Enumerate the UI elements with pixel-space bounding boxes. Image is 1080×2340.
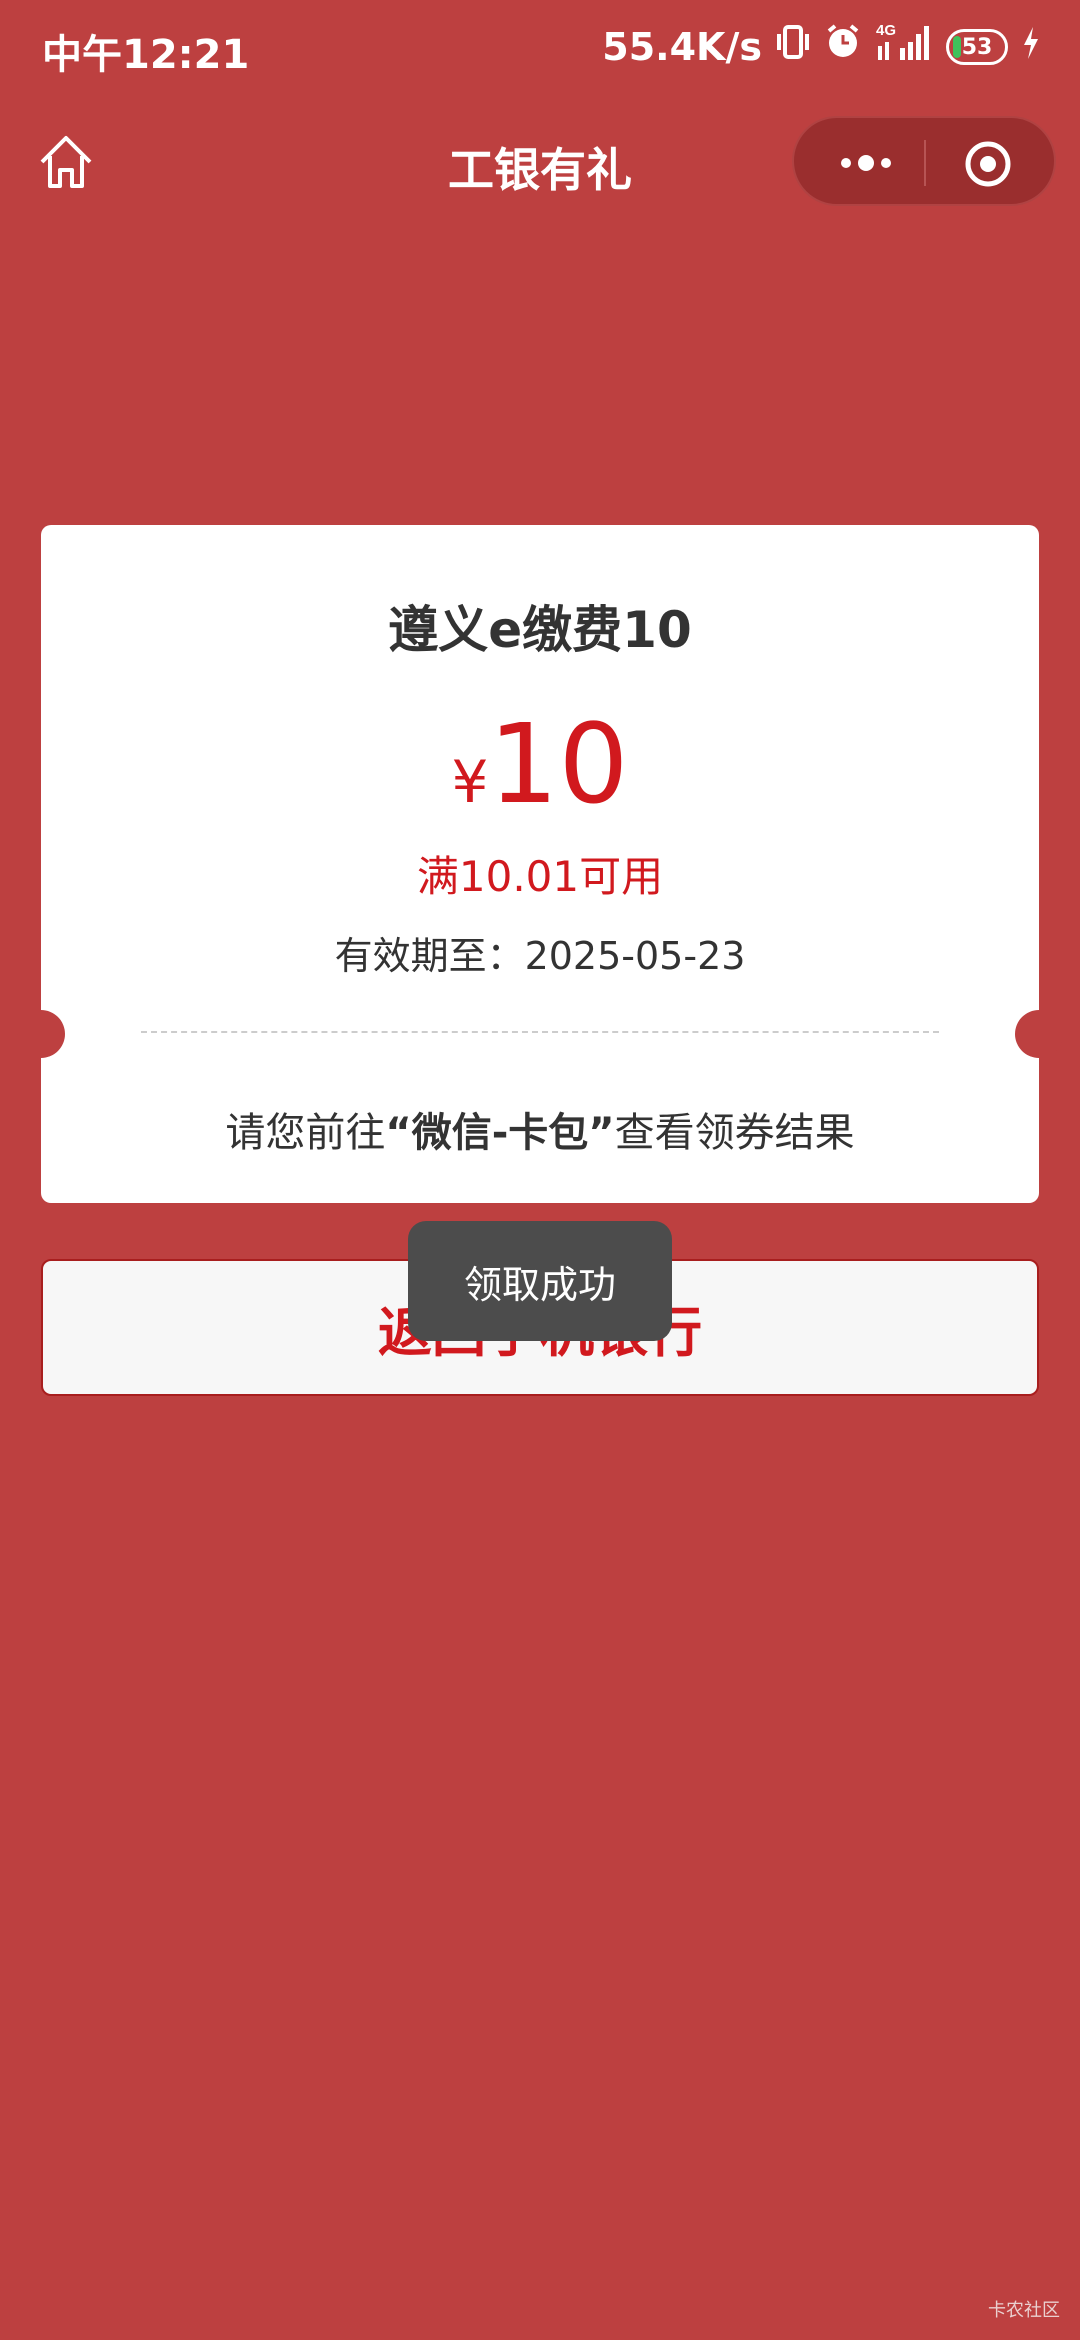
card-notch-left: [17, 1010, 65, 1058]
coupon-card: 遵义e缴费10 ¥10 满10.01可用 有效期至：2025-05-23 请您前…: [17, 525, 1063, 1203]
divider: [141, 1031, 939, 1033]
card-notch-right: [1015, 1010, 1063, 1058]
charging-icon: [1022, 24, 1040, 70]
coupon-condition: 满10.01可用: [416, 852, 664, 901]
alarm-icon: [824, 23, 862, 71]
battery-icon: 53: [946, 29, 1008, 65]
status-bar: 中午12:21 55.4K/s 4G 53: [0, 0, 1080, 96]
svg-text:4G: 4G: [876, 22, 896, 39]
amount-value: 10: [488, 700, 629, 828]
vibrate-icon: [776, 24, 810, 70]
capsule-divider: [924, 140, 926, 186]
note-prefix: 请您前往: [225, 1110, 386, 1156]
status-icons: 55.4K/s 4G 53: [602, 22, 1040, 72]
note-highlight: “微信-卡包”: [385, 1110, 615, 1156]
net-speed: 55.4K/s: [602, 25, 762, 69]
currency-sign: ¥: [451, 748, 489, 816]
coupon-amount: ¥10: [41, 700, 1039, 828]
signal-icon: 4G: [876, 22, 932, 72]
coupon-validity: 有效期至：2025-05-23: [41, 925, 1039, 980]
note-suffix: 查看领券结果: [614, 1110, 855, 1156]
watermark: 卡农社区: [988, 2300, 1060, 2321]
nav-bar: 工银有礼: [0, 110, 1080, 220]
close-miniprogram-icon[interactable]: [964, 140, 1012, 188]
toast: 领取成功: [408, 1221, 672, 1341]
coupon-title: 遵义e缴费10: [388, 601, 692, 659]
coupon-note: 请您前往“微信-卡包”查看领券结果: [41, 1100, 1039, 1158]
more-icon[interactable]: [822, 140, 910, 186]
miniprogram-capsule: [792, 116, 1056, 206]
validity-label: 有效期至：: [334, 934, 525, 978]
status-time: 中午12:21: [42, 32, 250, 78]
battery-level: 53: [961, 34, 993, 60]
validity-date: 2025-05-23: [524, 934, 746, 978]
